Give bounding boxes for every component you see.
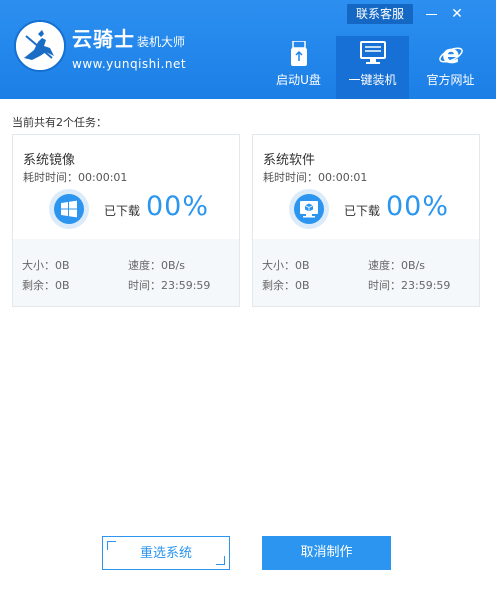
nav-official-site[interactable]: e 官方网址 — [414, 36, 487, 99]
task-stats: 大小：0B 剩余：0B 速度：0B/s 时间：23:59:59 — [13, 239, 239, 306]
minimize-icon[interactable] — [421, 4, 441, 24]
brand-suffix: 装机大师 — [137, 35, 186, 49]
brand-name: 云骑士 装机大师 — [72, 27, 186, 51]
stat-remaining: 剩余：0B — [262, 279, 310, 292]
download-percent: 00% — [386, 191, 450, 222]
nav-one-click-install[interactable]: 一键装机 — [336, 36, 409, 99]
software-monitor-icon — [289, 189, 329, 229]
windows-logo-icon — [49, 189, 89, 229]
downloaded-label: 已下载 — [104, 204, 141, 218]
brand: 云骑士 装机大师 www.yunqishi.net — [72, 28, 186, 71]
svg-text:e: e — [442, 41, 460, 67]
nav-label: 一键装机 — [348, 73, 397, 87]
stat-speed: 速度：0B/s — [368, 259, 425, 272]
brand-url: www.yunqishi.net — [72, 57, 187, 71]
task-card-system-image: 系统镜像 耗时时间：00:00:01 已下载 00% 大小：0B 剩余：0B 速… — [12, 134, 240, 307]
monitor-icon — [359, 41, 386, 69]
reselect-system-button[interactable]: 重选系统 — [102, 536, 230, 570]
task-name: 系统镜像 — [23, 153, 76, 168]
close-icon[interactable]: ✕ — [447, 4, 467, 24]
stat-size: 大小：0B — [22, 259, 70, 272]
task-elapsed: 耗时时间：00:00:01 — [23, 171, 128, 184]
stat-size: 大小：0B — [262, 259, 310, 272]
task-card-system-software: 系统软件 耗时时间：00:00:01 已下载 00% 大小：0B 剩余：0B 速… — [252, 134, 480, 307]
header-bar: 云骑士 装机大师 www.yunqishi.net 联系客服 ✕ 启动U盘 一键… — [0, 0, 496, 99]
download-percent: 00% — [146, 191, 210, 222]
nav-label: 官方网址 — [426, 73, 475, 87]
installer-window: 云骑士 装机大师 www.yunqishi.net 联系客服 ✕ 启动U盘 一键… — [0, 0, 496, 597]
task-name: 系统软件 — [263, 153, 316, 168]
downloaded-label: 已下载 — [344, 204, 381, 218]
cancel-creation-button[interactable]: 取消制作 — [262, 536, 391, 570]
task-stats: 大小：0B 剩余：0B 速度：0B/s 时间：23:59:59 — [253, 239, 479, 306]
stat-time: 时间：23:59:59 — [368, 279, 451, 292]
task-elapsed: 耗时时间：00:00:01 — [263, 171, 368, 184]
contact-support-button[interactable]: 联系客服 — [347, 4, 413, 24]
stat-time: 时间：23:59:59 — [128, 279, 211, 292]
knight-logo-icon — [14, 20, 66, 72]
nav-boot-usb[interactable]: 启动U盘 — [262, 36, 335, 99]
usb-drive-icon — [290, 40, 308, 71]
task-count-text: 当前共有2个任务： — [12, 116, 107, 129]
stat-speed: 速度：0B/s — [128, 259, 185, 272]
nav-label: 启动U盘 — [276, 73, 321, 87]
stat-remaining: 剩余：0B — [22, 279, 70, 292]
ie-browser-icon: e — [438, 40, 464, 71]
